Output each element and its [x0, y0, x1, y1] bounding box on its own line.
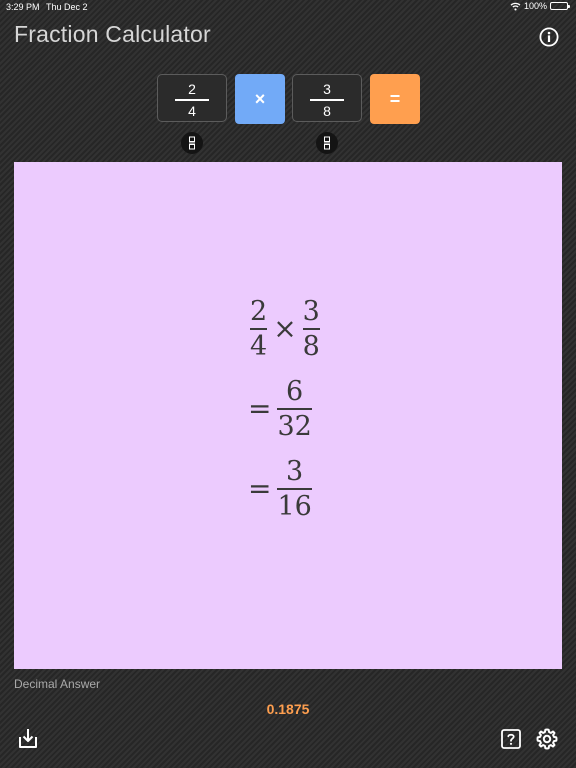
fraction-numerator: 3 — [302, 296, 320, 327]
fraction-denominator: 16 — [277, 490, 312, 522]
decimal-answer-value: 0.1875 — [266, 701, 310, 717]
expression-fraction-b: 3 8 — [302, 296, 320, 362]
fraction-numerator: 2 — [250, 296, 268, 327]
fraction-denominator: 4 — [250, 330, 268, 362]
expression-fraction-a: 2 4 — [250, 296, 268, 362]
fraction-format-icon — [189, 136, 195, 150]
status-time: 3:29 PM — [6, 2, 40, 12]
wifi-icon — [510, 2, 521, 11]
decimal-answer-label: Decimal Answer — [14, 677, 101, 691]
app-title: Fraction Calculator — [14, 21, 211, 47]
fraction1-numerator[interactable]: 2 — [158, 81, 226, 97]
result-math: 2 4 × 3 8 = 6 32 = 3 16 — [14, 162, 562, 669]
step-fraction: 3 16 — [277, 456, 312, 522]
step-equals: = — [248, 392, 272, 426]
download-icon[interactable] — [16, 727, 40, 751]
status-bar: 3:29 PM Thu Dec 2 100% — [0, 0, 576, 14]
fraction-numerator: 3 — [286, 456, 304, 487]
fraction1-bar — [175, 99, 209, 101]
step-equals: = — [248, 472, 272, 506]
fraction2-denominator[interactable]: 8 — [293, 103, 361, 119]
fraction-denominator: 32 — [277, 410, 312, 442]
fraction1-input[interactable]: 2 4 — [157, 74, 227, 122]
result-panel: 2 4 × 3 8 = 6 32 = 3 16 — [14, 162, 562, 669]
fraction-format-icon — [324, 136, 330, 150]
step-fraction: 6 32 — [277, 376, 312, 442]
fraction2-format-button[interactable] — [316, 132, 338, 154]
step-line: = 6 32 — [248, 378, 312, 440]
fraction1-format-button[interactable] — [181, 132, 203, 154]
operator-button[interactable]: × — [235, 74, 285, 124]
help-icon[interactable] — [499, 727, 523, 751]
fraction1-denominator[interactable]: 4 — [158, 103, 226, 119]
battery-icon — [550, 2, 570, 10]
fraction2-bar — [310, 99, 344, 101]
status-date: Thu Dec 2 — [46, 2, 88, 12]
settings-gear-icon[interactable] — [535, 727, 559, 751]
fraction-numerator: 6 — [286, 376, 304, 407]
step-line: = 3 16 — [248, 458, 312, 520]
expression-operator: × — [273, 312, 297, 346]
expression-line: 2 4 × 3 8 — [250, 298, 320, 360]
status-right: 100% — [510, 1, 570, 11]
fraction-denominator: 8 — [302, 330, 320, 362]
battery-percent: 100% — [523, 1, 547, 11]
fraction2-numerator[interactable]: 3 — [293, 81, 361, 97]
equals-button[interactable]: = — [370, 74, 420, 124]
info-icon[interactable] — [539, 27, 559, 47]
fraction2-input[interactable]: 3 8 — [292, 74, 362, 122]
